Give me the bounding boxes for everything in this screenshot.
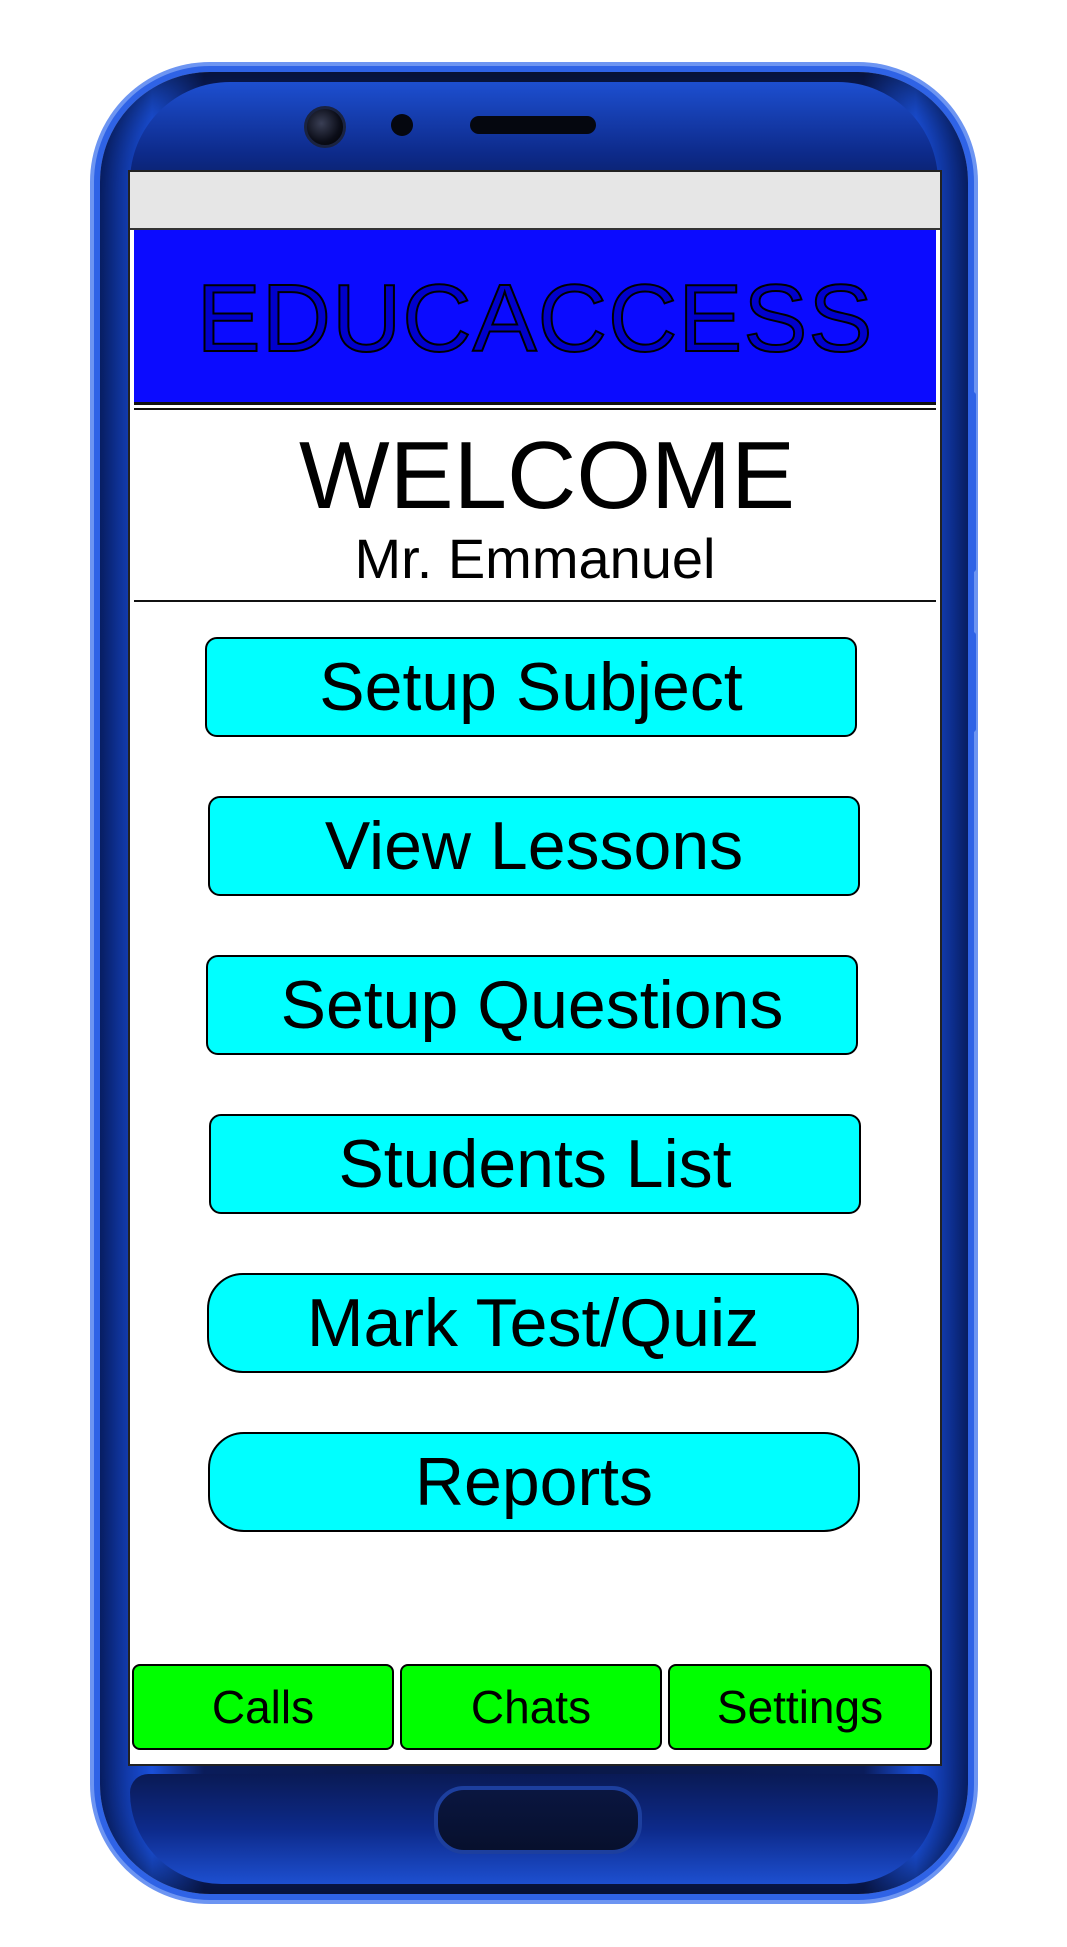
speaker-icon [470,116,596,134]
tab-calls[interactable]: Calls [132,1664,394,1750]
students-list-button[interactable]: Students List [209,1114,861,1214]
view-lessons-button[interactable]: View Lessons [208,796,860,896]
front-camera-icon [304,106,346,148]
welcome-title: WELCOME [298,422,796,529]
user-name: Mr. Emmanuel [354,527,716,590]
mark-test-quiz-button[interactable]: Mark Test/Quiz [207,1273,859,1373]
welcome-panel: WELCOME Mr. Emmanuel [134,408,936,602]
app-header: EDUCACCESS [134,230,936,405]
volume-button [968,392,976,572]
app-title: EDUCACCESS [196,264,874,373]
sensor-icon [391,114,413,136]
home-button-icon[interactable] [434,1786,642,1854]
power-button [968,632,976,732]
phone-screen: EDUCACCESS WELCOME Mr. Emmanuel Setup Su… [128,170,942,1766]
status-bar [130,172,940,230]
setup-questions-button[interactable]: Setup Questions [206,955,858,1055]
tab-chats[interactable]: Chats [400,1664,662,1750]
setup-subject-button[interactable]: Setup Subject [205,637,857,737]
tab-settings[interactable]: Settings [668,1664,932,1750]
reports-button[interactable]: Reports [208,1432,860,1532]
page: EDUCACCESS WELCOME Mr. Emmanuel Setup Su… [0,0,1067,1947]
